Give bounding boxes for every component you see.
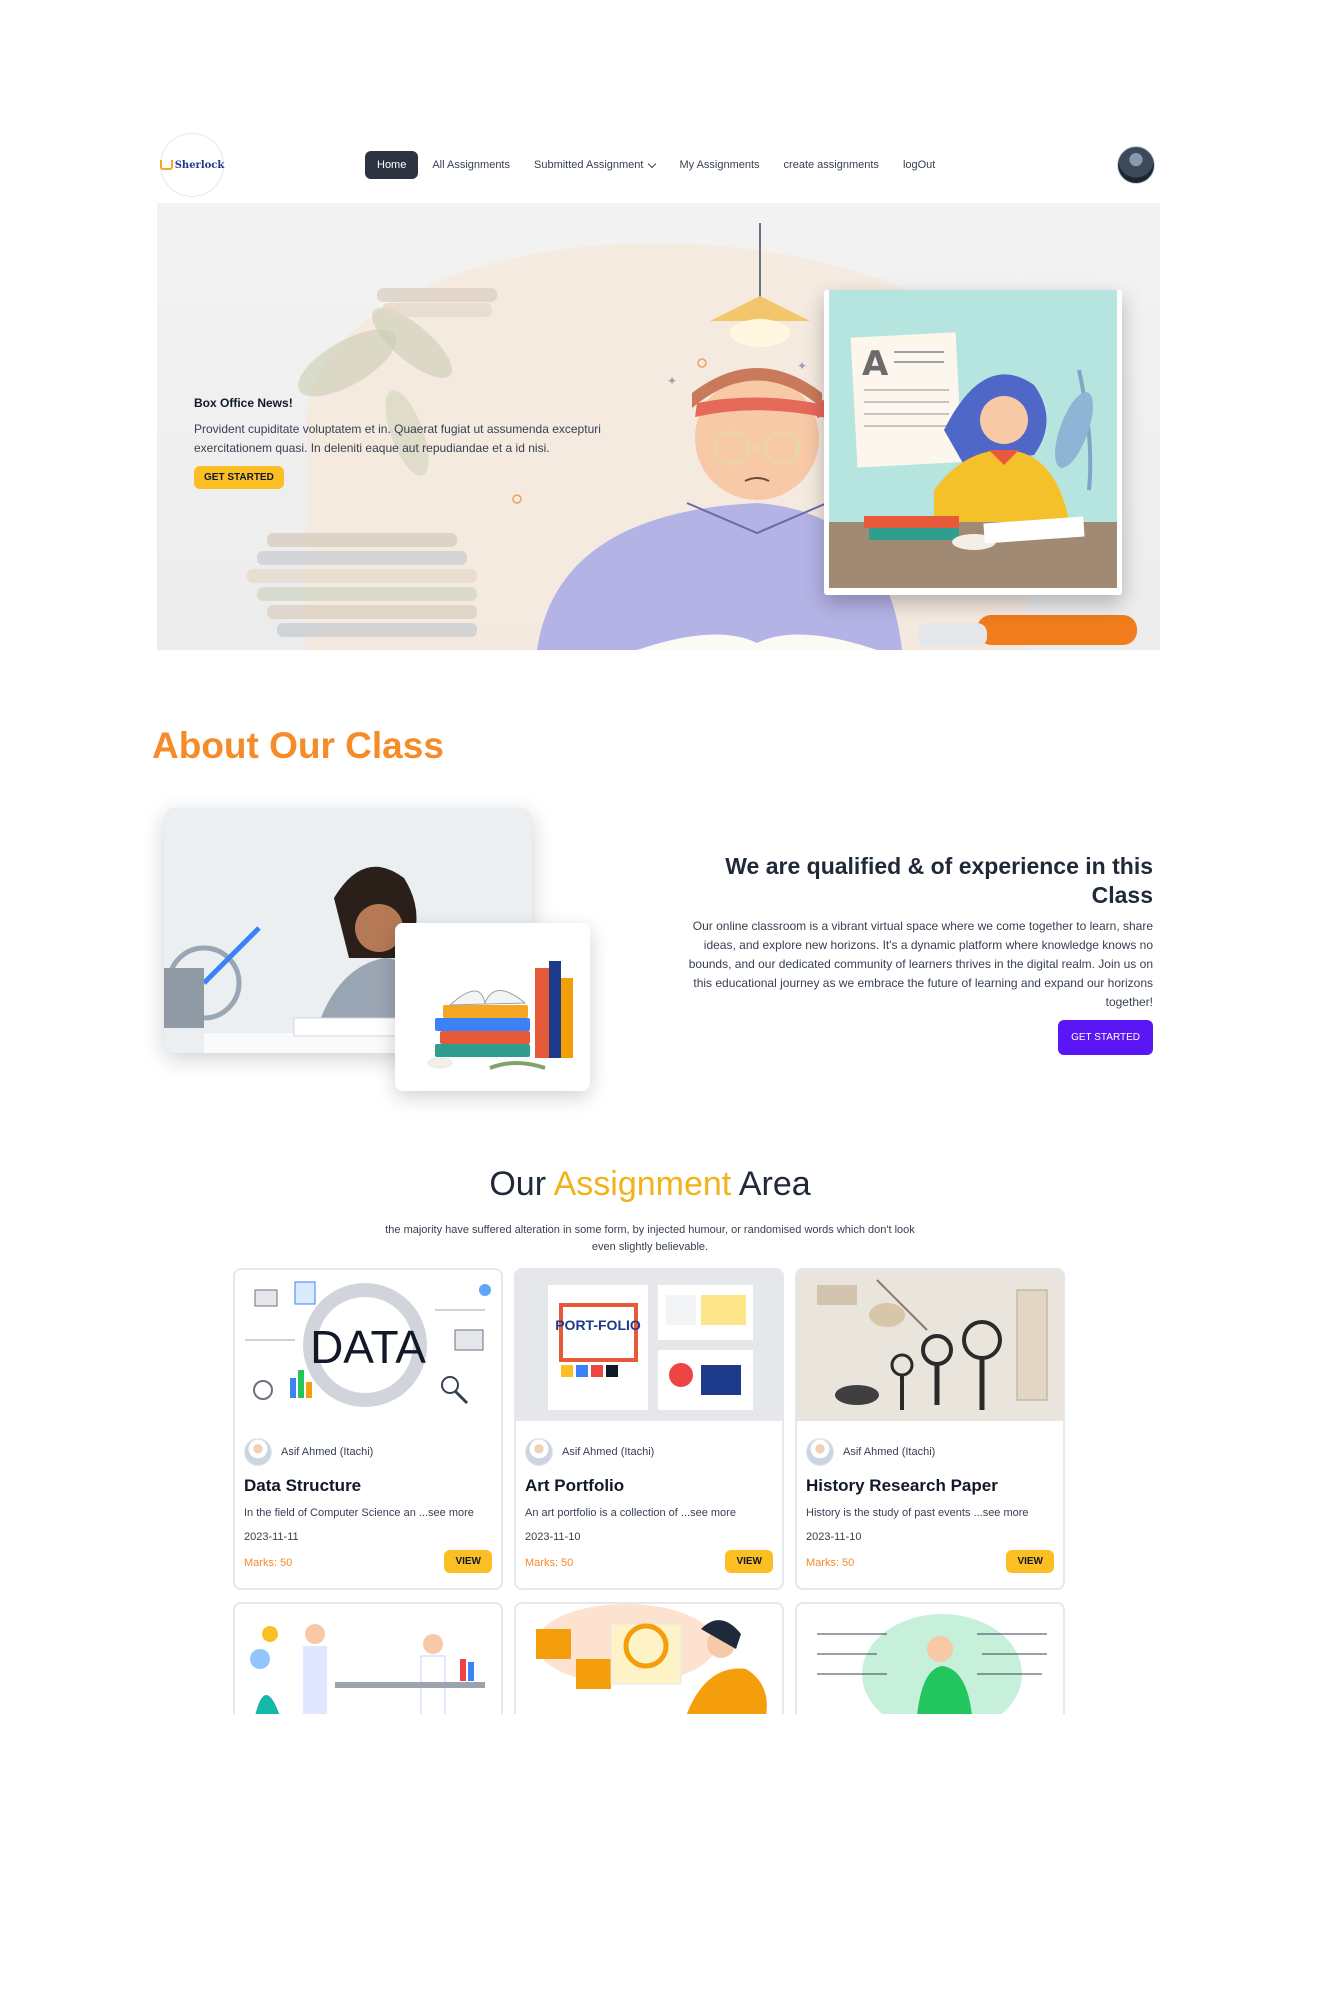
card-marks: Marks: 50 xyxy=(525,1557,574,1569)
user-avatar[interactable] xyxy=(1117,146,1155,184)
svg-text:✦: ✦ xyxy=(667,374,677,388)
assignment-area-subtitle: the majority have suffered alteration in… xyxy=(385,1224,915,1253)
chevron-down-icon xyxy=(648,159,657,168)
card-date: 2023-11-11 xyxy=(244,1531,299,1543)
data-illustration: DATA xyxy=(235,1270,501,1421)
about-heading: We are qualified & of experience in this… xyxy=(725,853,1153,908)
history-illustration xyxy=(797,1270,1063,1421)
nav-all-assignments[interactable]: All Assignments xyxy=(420,151,522,179)
assignment-card: PORT-FOLIO Asif Ahmed (Itachi) Art Portf… xyxy=(514,1268,784,1590)
assignment-card-partial xyxy=(795,1602,1065,1714)
nav-logout[interactable]: logOut xyxy=(891,151,947,179)
card-title: Data Structure xyxy=(244,1476,362,1495)
card-description: History is the study of past events ...s… xyxy=(806,1507,1029,1519)
hero-description: Provident cupiditate voluptatem et in. Q… xyxy=(194,422,601,455)
card-author: Asif Ahmed (Itachi) xyxy=(525,1438,654,1466)
assignment-card: DATA Asif Ahmed (Itachi) Data Structure … xyxy=(233,1268,503,1590)
author-avatar xyxy=(525,1438,553,1466)
view-button[interactable]: VIEW xyxy=(444,1550,492,1573)
assignment-area-title: Our Assignment Area xyxy=(0,1165,1300,1204)
science-lab-illustration xyxy=(235,1604,501,1714)
card-description: In the field of Computer Science an ...s… xyxy=(244,1507,474,1519)
title-area: Area xyxy=(738,1165,811,1203)
title-our: Our xyxy=(489,1165,547,1203)
nav-submitted-assignment[interactable]: Submitted Assignment xyxy=(522,151,667,179)
card-image-history xyxy=(797,1270,1063,1421)
about-text-block: We are qualified & of experience in this… xyxy=(680,852,1153,1055)
card-date: 2023-11-10 xyxy=(525,1531,581,1543)
author-name: Asif Ahmed (Itachi) xyxy=(281,1446,374,1458)
nav-links: Home All Assignments Submitted Assignmen… xyxy=(365,151,947,179)
card-image-data-structure: DATA xyxy=(235,1270,501,1421)
card-description: An art portfolio is a collection of ...s… xyxy=(525,1507,736,1519)
navbar: Sherlock Home All Assignments Submitted … xyxy=(155,130,1155,200)
portfolio-illustration: PORT-FOLIO xyxy=(516,1270,782,1421)
card-author: Asif Ahmed (Itachi) xyxy=(244,1438,373,1466)
nav-home[interactable]: Home xyxy=(365,151,419,179)
about-paragraph: Our online classroom is a vibrant virtua… xyxy=(688,919,1153,1009)
author-avatar xyxy=(244,1438,272,1466)
card-marks: Marks: 50 xyxy=(806,1557,855,1569)
nav-create-assignments[interactable]: create assignments xyxy=(772,151,891,179)
author-avatar xyxy=(806,1438,834,1466)
nav-my-assignments[interactable]: My Assignments xyxy=(667,151,771,179)
hero-get-started-button[interactable]: GET STARTED xyxy=(194,466,284,489)
about-title: About Our Class xyxy=(152,725,444,766)
math-teacher-illustration xyxy=(797,1604,1063,1714)
assignment-card: Asif Ahmed (Itachi) History Research Pap… xyxy=(795,1268,1065,1590)
view-button[interactable]: VIEW xyxy=(1006,1550,1054,1573)
hero-study-image: A xyxy=(824,290,1122,595)
book-icon xyxy=(159,160,173,170)
svg-text:✦: ✦ xyxy=(797,359,807,373)
card-title: Art Portfolio xyxy=(525,1476,625,1495)
hero-text-block: Box Office News! Provident cupiditate vo… xyxy=(194,396,634,489)
logo-text: Sherlock xyxy=(174,159,225,171)
nav-submitted-label: Submitted Assignment xyxy=(534,159,644,171)
svg-text:A: A xyxy=(862,344,889,384)
assignment-card-partial xyxy=(514,1602,784,1714)
card-image-text: PORT-FOLIO xyxy=(555,1317,641,1333)
books-image xyxy=(395,923,590,1091)
alphabet-illustration xyxy=(516,1604,782,1714)
girl-writing-illustration: A xyxy=(829,290,1117,588)
hero-title: Box Office News! xyxy=(194,396,293,410)
card-image-art-portfolio: PORT-FOLIO xyxy=(516,1270,782,1421)
author-name: Asif Ahmed (Itachi) xyxy=(843,1446,936,1458)
view-button[interactable]: VIEW xyxy=(725,1550,773,1573)
card-image-text: DATA xyxy=(310,1321,426,1373)
card-marks: Marks: 50 xyxy=(244,1557,293,1569)
about-get-started-button[interactable]: GET STARTED xyxy=(1058,1020,1153,1055)
author-name: Asif Ahmed (Itachi) xyxy=(562,1446,655,1458)
card-title: History Research Paper xyxy=(806,1476,998,1495)
books-stack-illustration xyxy=(395,923,590,1091)
site-logo[interactable]: Sherlock xyxy=(159,133,225,197)
assignment-card-partial xyxy=(233,1602,503,1714)
card-date: 2023-11-10 xyxy=(806,1531,862,1543)
title-assignment: Assignment xyxy=(553,1165,732,1203)
card-author: Asif Ahmed (Itachi) xyxy=(806,1438,935,1466)
